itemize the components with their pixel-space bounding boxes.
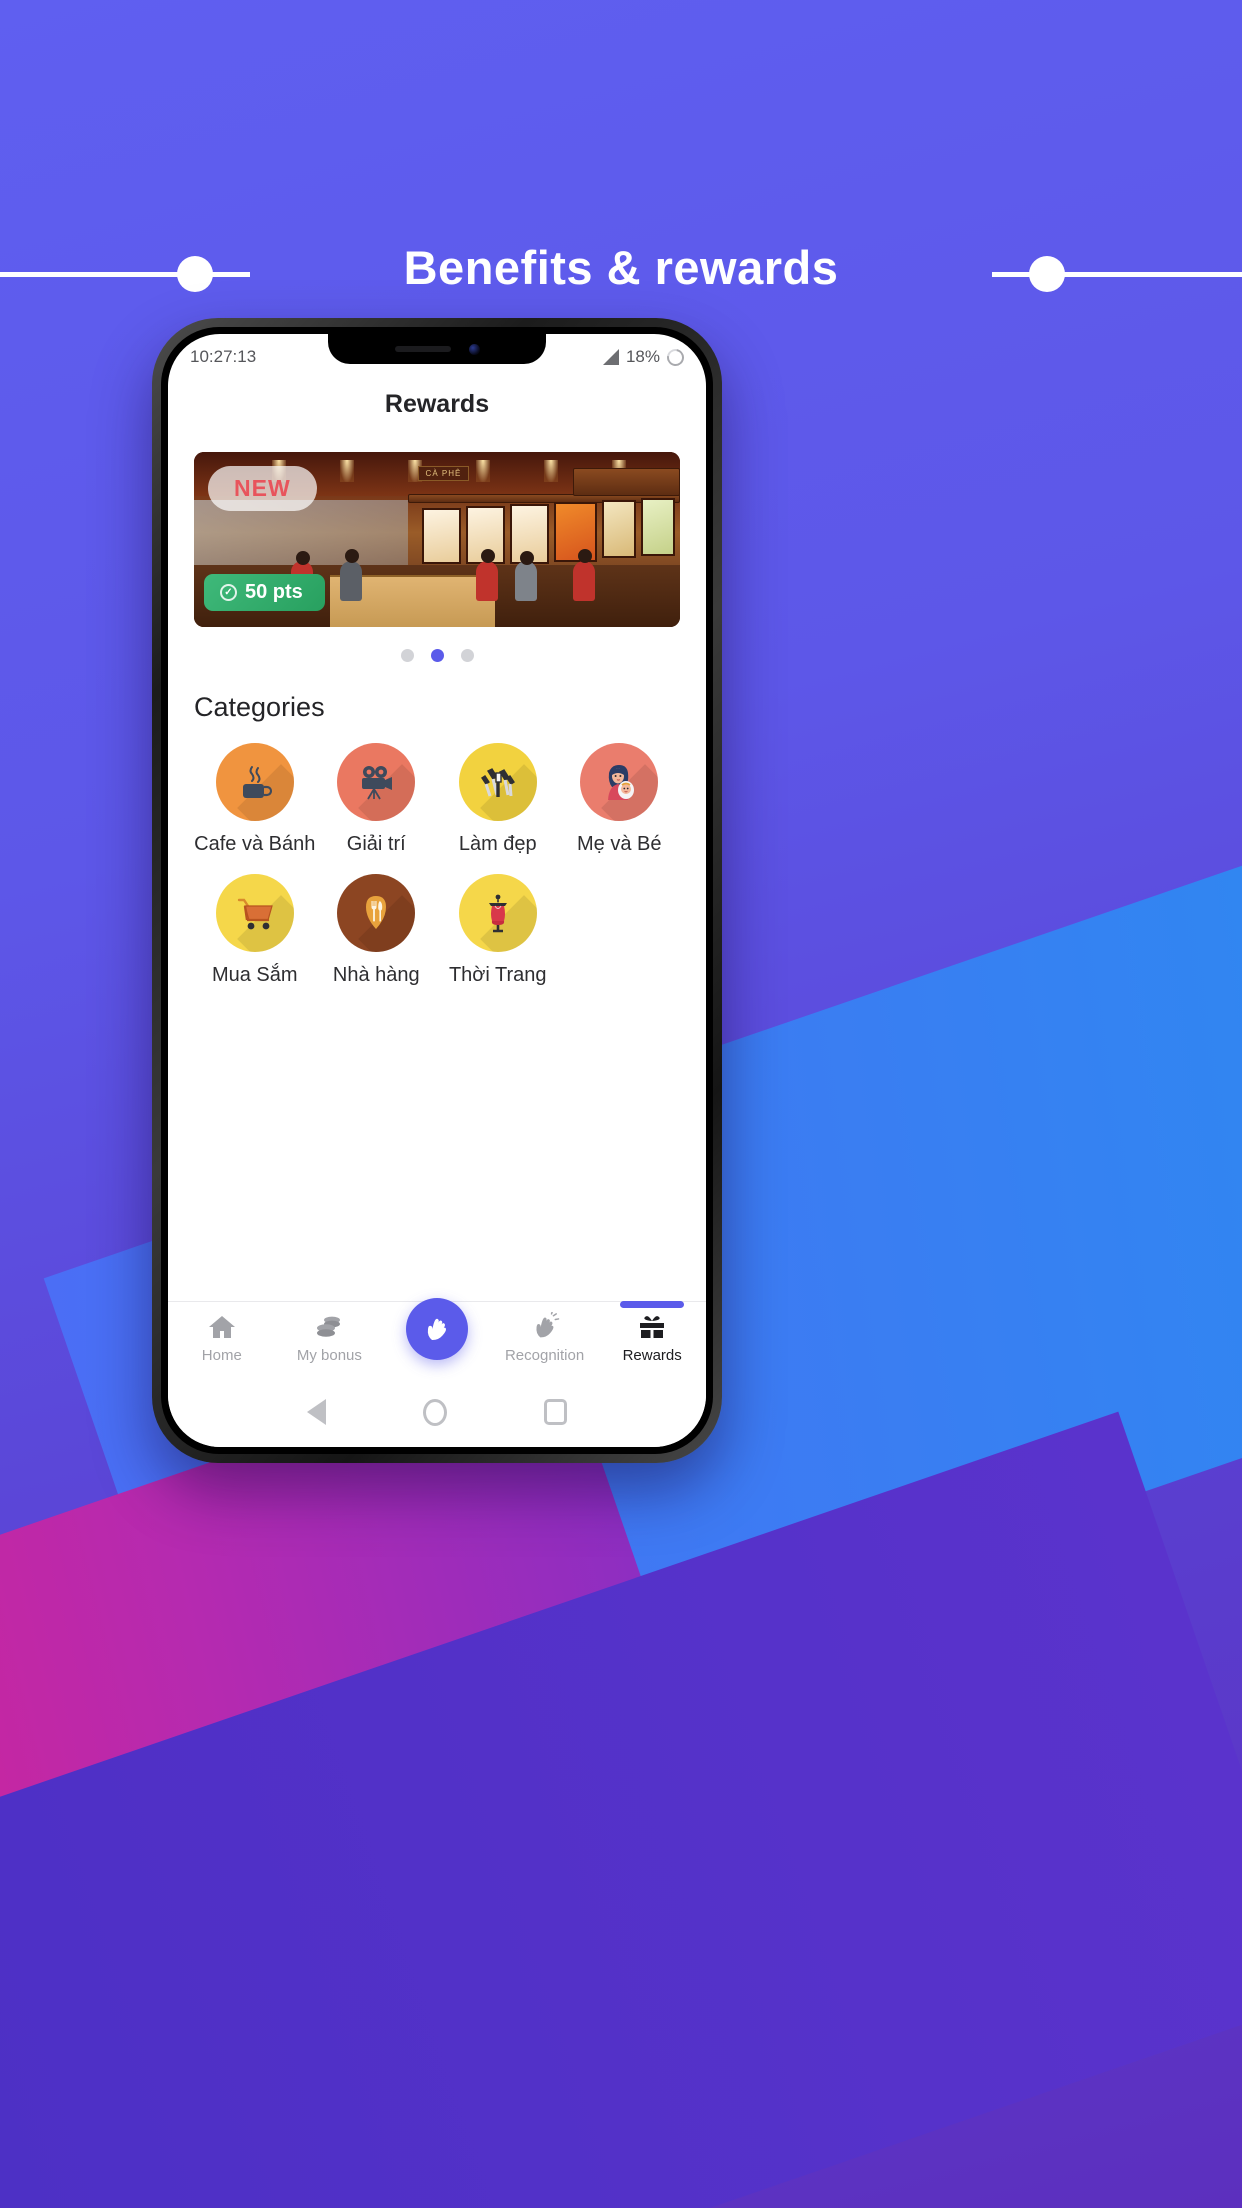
category-label: Làm đẹp: [458, 833, 537, 855]
mother-baby-icon: [580, 743, 659, 821]
active-tab-indicator: [620, 1301, 685, 1308]
coin-check-icon: ✓: [220, 584, 237, 601]
nav-item-my-bonus[interactable]: My bonus: [276, 1312, 384, 1364]
status-time: 10:27:13: [190, 347, 257, 366]
phone-screen: 10:27:13 18% Rewards CÀ PHÊ NEW ✓ 50 pts…: [168, 334, 706, 1447]
coins-icon: [317, 1316, 341, 1337]
nav-label: Rewards: [622, 1347, 682, 1364]
nav-label: Home: [201, 1347, 242, 1364]
clap-fab-button[interactable]: [405, 1298, 468, 1360]
phone-mockup: 10:27:13 18% Rewards CÀ PHÊ NEW ✓ 50 pts…: [152, 318, 722, 1463]
points-badge: ✓ 50 pts: [204, 574, 325, 611]
carousel-dot-2[interactable]: [430, 649, 444, 662]
category-label: Giải trí: [346, 833, 406, 855]
reward-banner-card[interactable]: CÀ PHÊ NEW ✓ 50 pts: [194, 452, 680, 627]
movie-camera-icon: [337, 743, 416, 821]
category-label: Nhà hàng: [332, 963, 420, 986]
status-bar: 10:27:13 18%: [168, 334, 706, 374]
title-rule-right: [992, 272, 1242, 277]
status-right-cluster: 18%: [602, 345, 688, 369]
coffee-cup-icon: [215, 743, 294, 821]
home-icon: [208, 1316, 235, 1338]
category-item-entertainment[interactable]: Giải trí: [316, 743, 438, 858]
recents-square-icon[interactable]: [544, 1399, 568, 1425]
clapping-hands-icon: [427, 1318, 446, 1341]
app-content: CÀ PHÊ NEW ✓ 50 pts Categories Cafe và B…: [168, 434, 706, 1301]
category-label: Mẹ và Bé: [577, 833, 662, 855]
nav-item-recognition[interactable]: Recognition: [491, 1312, 599, 1364]
nav-label: My bonus: [296, 1347, 362, 1364]
nav-item-fab[interactable]: [383, 1298, 491, 1360]
category-item-beauty[interactable]: Làm đẹp: [437, 743, 559, 858]
points-badge-label: 50 pts: [245, 581, 303, 603]
category-item-cafe[interactable]: Cafe và Bánh: [194, 743, 316, 858]
category-label: Thời Trang: [448, 963, 547, 986]
bottom-navigation: Home My bonus Recognition Rewards: [168, 1298, 706, 1385]
categories-grid: Cafe và Bánh Giải trí Làm đẹp Mẹ và Bé M…: [194, 743, 680, 988]
back-triangle-icon[interactable]: [306, 1399, 326, 1425]
battery-circle-icon: [663, 345, 688, 369]
phone-bezel: 10:27:13 18% Rewards CÀ PHÊ NEW ✓ 50 pts…: [161, 327, 713, 1454]
category-label: Cafe và Bánh: [194, 833, 316, 855]
category-item-shopping[interactable]: Mua Sắm: [194, 873, 316, 989]
category-item-restaurant[interactable]: Nhà hàng: [316, 873, 438, 989]
app-header-title: Rewards: [384, 389, 490, 418]
category-item-fashion[interactable]: Thời Trang: [437, 873, 559, 989]
new-badge: NEW: [208, 466, 317, 511]
gift-icon: [640, 1316, 665, 1338]
categories-heading: Categories: [194, 692, 325, 722]
dress-form-icon: [458, 873, 537, 952]
android-navigation-bar: [168, 1385, 706, 1447]
category-item-mother-baby[interactable]: Mẹ và Bé: [559, 743, 681, 858]
home-circle-icon[interactable]: [422, 1398, 447, 1426]
carousel-dots[interactable]: [194, 649, 680, 662]
carousel-dot-1[interactable]: [400, 649, 414, 662]
carousel-dot-3[interactable]: [460, 649, 474, 662]
banner-shop-sign: CÀ PHÊ: [417, 466, 470, 481]
category-grid-spacer: [559, 874, 681, 989]
nav-label: Recognition: [504, 1347, 585, 1364]
nav-item-home[interactable]: Home: [168, 1312, 276, 1364]
battery-percent: 18%: [625, 347, 660, 366]
poster-title-row: Benefits & rewards: [0, 228, 1242, 318]
restaurant-pin-icon: [337, 873, 416, 952]
shopping-cart-icon: [215, 873, 294, 952]
app-header: Rewards: [168, 374, 706, 434]
category-label: Mua Sắm: [211, 963, 298, 986]
clapping-hands-icon: [535, 1312, 559, 1338]
nav-item-rewards[interactable]: Rewards: [598, 1301, 706, 1364]
makeup-brushes-icon: [458, 743, 537, 821]
signal-triangle-icon: [602, 349, 619, 365]
